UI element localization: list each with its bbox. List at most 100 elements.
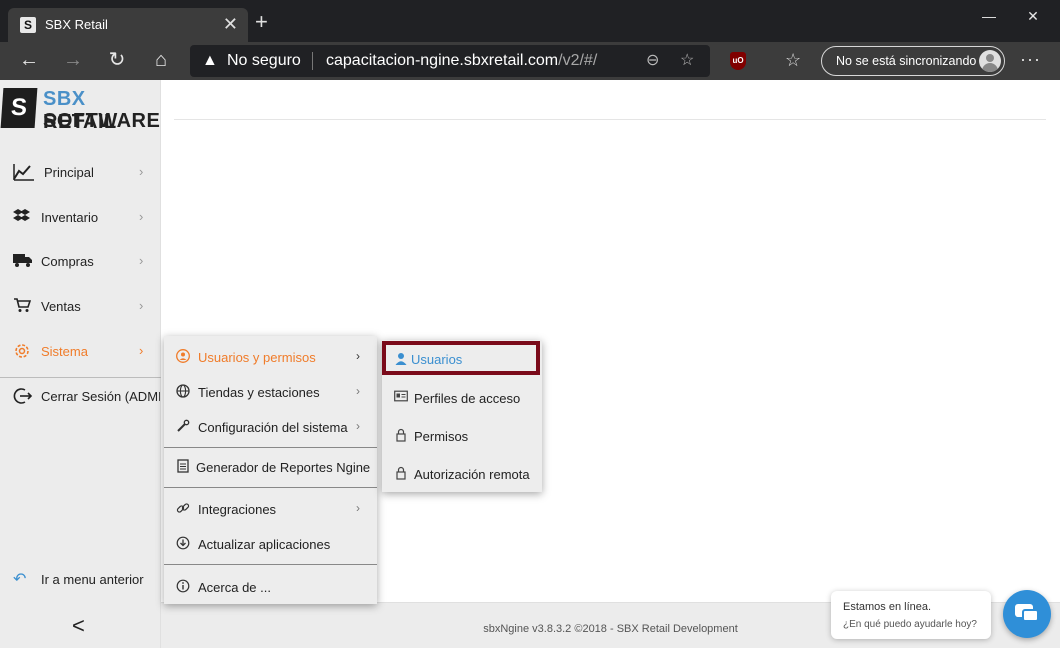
new-tab-icon[interactable]: + xyxy=(255,11,268,33)
info-icon xyxy=(176,579,190,593)
menu-item-label: Permisos xyxy=(414,429,469,444)
close-tab-icon[interactable]: ✕ xyxy=(223,13,238,35)
warning-icon: ▲ xyxy=(202,52,218,69)
chevron-right-icon: › xyxy=(139,164,144,179)
user-circle-icon xyxy=(176,349,190,363)
sidebar-item-label: Compras xyxy=(41,254,94,269)
more-options-icon[interactable]: ··· xyxy=(1020,49,1041,69)
address-bar[interactable]: ▲ No seguro capacitacion-ngine.sbxretail… xyxy=(190,45,710,77)
back-arrow-icon[interactable]: ← xyxy=(17,48,41,72)
browser-toolbar: ← → ↻ ⌂ ▲ No seguro capacitacion-ngine.s… xyxy=(0,42,1060,80)
menu-item-autorizacion-remota[interactable]: Autorización remota xyxy=(382,455,542,491)
sbx-logo[interactable]: S SBX RETAIL SOFTWARE xyxy=(0,88,161,133)
menu-item-permisos[interactable]: Permisos xyxy=(382,417,542,453)
user-icon xyxy=(394,352,408,366)
menu-item-usuarios[interactable]: Usuarios xyxy=(382,341,540,375)
menu-item-label: Autorización remota xyxy=(414,467,530,482)
download-circle-icon xyxy=(176,536,190,550)
sidebar-item-compras[interactable]: Compras › xyxy=(0,242,160,282)
address-separator xyxy=(312,52,313,70)
menu-item-label: Configuración del sistema xyxy=(198,420,348,435)
profile-icon xyxy=(979,50,1001,72)
sidebar-item-label: Ventas xyxy=(41,299,81,314)
sidebar-item-label: Cerrar Sesión (ADMIN) xyxy=(41,389,160,404)
profile-sync-button[interactable]: No se está sincronizando xyxy=(821,46,1005,76)
chevron-right-icon: › xyxy=(356,419,360,433)
tab-title: SBX Retail xyxy=(45,17,108,32)
lock-icon xyxy=(394,428,408,442)
menu-item-label: Tiendas y estaciones xyxy=(198,385,320,400)
id-card-icon xyxy=(394,390,408,404)
back-menu-label: Ir a menu anterior xyxy=(41,572,144,587)
add-favorite-icon[interactable]: ☆ xyxy=(680,51,694,71)
logo-sbx: SBX xyxy=(43,88,86,110)
menu-item-usuarios-permisos[interactable]: Usuarios y permisos › xyxy=(164,338,377,373)
favorites-list-icon[interactable]: ☆ xyxy=(785,50,801,70)
menu-item-label: Perfiles de acceso xyxy=(414,391,521,406)
chevron-left-icon: < xyxy=(72,613,85,638)
refresh-icon[interactable]: ↻ xyxy=(105,48,129,72)
chat-title: Estamos en línea. xyxy=(843,601,932,613)
chevron-right-icon: › xyxy=(139,298,144,313)
logout-icon xyxy=(13,387,35,407)
menu-item-configuracion[interactable]: Configuración del sistema › xyxy=(164,408,377,443)
url-path: /v2/#/ xyxy=(558,52,598,69)
sbx-favicon-icon: S xyxy=(20,17,36,33)
sbx-logo-mark: S xyxy=(0,88,38,128)
zoom-icon[interactable]: ⊖ xyxy=(646,51,659,71)
window-close-icon[interactable]: ✕ xyxy=(1010,4,1056,28)
menu-item-tiendas-estaciones[interactable]: Tiendas y estaciones › xyxy=(164,373,377,408)
dropbox-icon xyxy=(13,208,35,228)
url-text[interactable]: capacitacion-ngine.sbxretail.com/v2/#/ xyxy=(326,52,597,70)
forward-arrow-icon[interactable]: → xyxy=(61,48,85,72)
sistema-submenu: Usuarios y permisos › Tiendas y estacion… xyxy=(164,336,377,604)
sidebar-item-ventas[interactable]: Ventas › xyxy=(0,287,160,327)
chat-subtitle: ¿En qué puedo ayudarle hoy? xyxy=(843,619,977,630)
home-icon[interactable]: ⌂ xyxy=(149,48,173,72)
chat-greeting[interactable]: Estamos en línea. ¿En qué puedo ayudarle… xyxy=(831,591,991,639)
chevron-right-icon: › xyxy=(139,343,144,358)
link-icon xyxy=(176,501,190,515)
chevron-right-icon: › xyxy=(356,349,360,363)
usuarios-permisos-submenu: Usuarios Perfiles de acceso Permisos Aut… xyxy=(382,340,542,492)
chevron-right-icon: › xyxy=(139,253,144,268)
menu-item-actualizar-aplicaciones[interactable]: Actualizar aplicaciones xyxy=(164,525,377,560)
maximize-icon[interactable] xyxy=(967,4,1013,28)
menu-item-label: Generador de Reportes Ngine xyxy=(196,460,371,475)
sidebar-item-principal[interactable]: Principal › xyxy=(0,153,160,193)
sidebar-item-label: Principal xyxy=(44,165,94,180)
back-menu-button[interactable]: ↶ Ir a menu anterior xyxy=(0,560,160,600)
sidebar-item-sistema[interactable]: Sistema › xyxy=(0,332,160,372)
globe-icon xyxy=(176,384,190,398)
sync-label: No se está sincronizando xyxy=(836,54,977,68)
menu-separator xyxy=(164,487,377,488)
wrench-icon xyxy=(176,419,190,433)
content-divider xyxy=(174,119,1046,120)
sidebar-item-logout[interactable]: Cerrar Sesión (ADMIN) xyxy=(0,377,160,417)
gear-icon xyxy=(13,342,35,362)
chart-line-icon xyxy=(13,163,35,183)
ublock-icon[interactable]: uO xyxy=(730,52,746,70)
chevron-right-icon: › xyxy=(356,501,360,515)
chevron-right-icon: › xyxy=(356,384,360,398)
collapse-sidebar-button[interactable]: < xyxy=(0,608,160,648)
menu-item-integraciones[interactable]: Integraciones › xyxy=(164,490,377,525)
chat-launcher-button[interactable] xyxy=(1003,590,1051,638)
browser-titlebar: S SBX Retail ✕ + — ✕ xyxy=(0,0,1060,42)
logo-line2: SOFTWARE xyxy=(43,110,161,132)
menu-item-label: Acerca de ... xyxy=(198,580,271,595)
cart-icon xyxy=(13,297,35,317)
undo-arrow-icon: ↶ xyxy=(13,571,27,588)
menu-item-generador-reportes[interactable]: Generador de Reportes Ngine xyxy=(164,448,377,483)
url-host: capacitacion-ngine.sbxretail.com xyxy=(326,52,559,69)
security-label[interactable]: No seguro xyxy=(227,52,301,70)
menu-item-label: Usuarios xyxy=(411,352,463,367)
menu-item-label: Actualizar aplicaciones xyxy=(198,537,331,552)
menu-item-perfiles-acceso[interactable]: Perfiles de acceso xyxy=(382,379,542,415)
sidebar-item-inventario[interactable]: Inventario › xyxy=(0,198,160,238)
menu-item-label: Integraciones xyxy=(198,502,277,517)
menu-item-acerca-de[interactable]: Acerca de ... xyxy=(164,568,377,603)
chevron-right-icon: › xyxy=(139,209,144,224)
browser-tab[interactable]: S SBX Retail ✕ xyxy=(8,8,248,42)
chat-bubble-front xyxy=(1022,609,1039,622)
